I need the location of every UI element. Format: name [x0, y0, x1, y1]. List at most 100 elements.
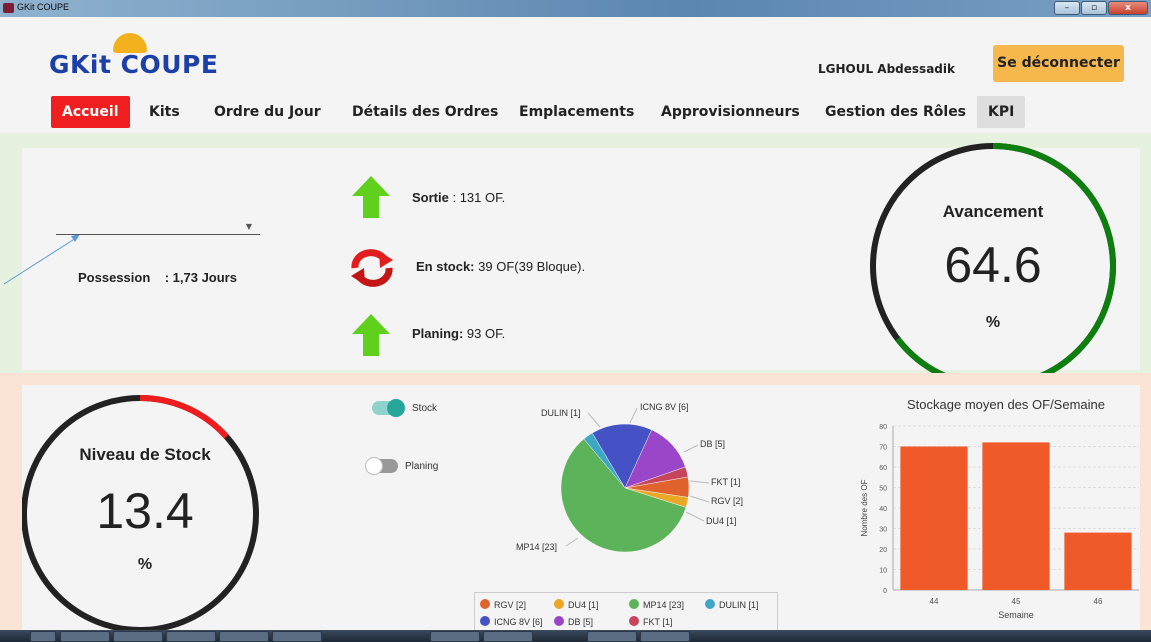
y-tick-label: 30	[879, 527, 887, 534]
legend-label: DULIN [1]	[719, 600, 759, 610]
x-tick-label: 46	[1094, 597, 1103, 606]
stock-label: En stock:	[416, 259, 475, 274]
taskbar-button[interactable]	[640, 631, 690, 642]
legend-dot	[554, 599, 564, 609]
possession-label: Possession	[78, 270, 151, 285]
os-taskbar	[0, 630, 1151, 642]
legend-dot	[629, 616, 639, 626]
y-tick-label: 40	[879, 506, 887, 513]
possession-value: : 1,73 Jours	[164, 270, 237, 285]
taskbar-button[interactable]	[60, 631, 110, 642]
x-tick-label: 45	[1012, 597, 1021, 606]
nav-gestion-des-roles[interactable]: Gestion des Rôles	[814, 96, 977, 128]
niveau-stock-value: 13.4	[96, 483, 194, 539]
nav-kpi[interactable]: KPI	[977, 96, 1026, 128]
main-nav: Accueil Kits Ordre du Jour Détails des O…	[0, 96, 1151, 128]
x-tick-label: 44	[930, 597, 939, 606]
app-window: GKit COUPE – ▫ x GKit COUPE LGHOUL Abdes…	[0, 0, 1151, 642]
window-controls: – ▫ x	[1054, 1, 1148, 15]
avancement-unit: %	[985, 314, 1001, 331]
legend-item-dulin: DULIN [1]	[705, 599, 759, 610]
taskbar-button[interactable]	[219, 631, 269, 642]
legend-dot	[480, 616, 490, 626]
legend-item-icng: ICNG 8V [6]	[480, 616, 543, 627]
taskbar-button[interactable]	[587, 631, 637, 642]
pie-label-du4: DU4 [1]	[706, 516, 737, 526]
nav-ordre-du-jour[interactable]: Ordre du Jour	[203, 96, 332, 128]
legend-item-rgv: RGV [2]	[480, 599, 526, 610]
legend-dot	[629, 599, 639, 609]
legend-item-fkt: FKT [1]	[629, 616, 672, 627]
y-tick-label: 0	[883, 588, 887, 595]
pie-label-db: DB [5]	[700, 439, 726, 449]
x-axis-label: Semaine	[998, 610, 1034, 620]
bar-46[interactable]	[1064, 532, 1132, 590]
nav-details-des-ordres[interactable]: Détails des Ordres	[341, 96, 509, 128]
legend-dot	[480, 599, 490, 609]
y-tick-label: 50	[879, 486, 887, 493]
taskbar-button[interactable]	[483, 631, 533, 642]
taskbar-button[interactable]	[30, 631, 56, 642]
taskbar-button[interactable]	[166, 631, 216, 642]
pie-label-icng: ICNG 8V [6]	[640, 402, 689, 412]
y-tick-label: 60	[879, 465, 887, 472]
pie-label-fkt: FKT [1]	[711, 477, 741, 487]
legend-label: DU4 [1]	[568, 600, 599, 610]
planing-stat: Planing: 93 OF.	[412, 326, 505, 341]
minimize-button[interactable]: –	[1054, 1, 1080, 15]
refresh-icon	[351, 249, 393, 287]
app-header: GKit COUPE LGHOUL Abdessadik Se déconnec…	[0, 17, 1151, 133]
niveau-stock-unit: %	[137, 556, 153, 573]
y-axis-label: Nombre des OF	[860, 479, 869, 536]
stock-value: 39 OF(39 Bloque).	[478, 259, 586, 274]
sortie-stat: Sortie : 131 OF.	[412, 190, 505, 205]
planing-label: Planing:	[412, 326, 464, 341]
legend-label: MP14 [23]	[643, 600, 685, 610]
pie-label-rgv: RGV [2]	[711, 496, 744, 506]
taskbar-button[interactable]	[113, 631, 163, 642]
sortie-value: : 131 OF.	[452, 190, 506, 205]
planing-toggle[interactable]	[365, 457, 398, 475]
avancement-value: 64.6	[944, 237, 1042, 293]
close-button[interactable]: x	[1108, 1, 1148, 15]
legend-label: ICNG 8V [6]	[494, 617, 543, 627]
stock-stat: En stock: 39 OF(39 Bloque).	[416, 259, 585, 274]
bar-45[interactable]	[982, 442, 1050, 590]
taskbar-button[interactable]	[430, 631, 480, 642]
legend-item-mp14: MP14 [23]	[629, 599, 684, 610]
stock-toggle[interactable]	[372, 399, 405, 417]
legend-item-du4: DU4 [1]	[554, 599, 599, 610]
pie-legend: RGV [2] DU4 [1] MP14 [23] DULIN [1] ICNG…	[474, 592, 778, 632]
legend-label: RGV [2]	[494, 600, 527, 610]
user-name: LGHOUL Abdessadik	[818, 62, 955, 76]
legend-item-db: DB [5]	[554, 616, 593, 627]
pie-label-dulin: DULIN [1]	[541, 408, 581, 418]
week-select[interactable]: ▼	[56, 217, 260, 235]
legend-dot	[554, 616, 564, 626]
nav-approvisionneurs[interactable]: Approvisionneurs	[650, 96, 811, 128]
avancement-title: Avancement	[942, 202, 1044, 221]
nav-emplacements[interactable]: Emplacements	[508, 96, 645, 128]
taskbar-button[interactable]	[272, 631, 322, 642]
stock-toggle-knob	[387, 399, 405, 417]
planing-toggle-knob	[365, 457, 383, 475]
planing-value: 93 OF.	[466, 326, 506, 341]
pie-chart	[560, 423, 690, 553]
bar-44[interactable]	[900, 446, 968, 591]
legend-label: DB [5]	[568, 617, 594, 627]
legend-dot	[705, 599, 715, 609]
sortie-label: Sortie	[412, 190, 449, 205]
stock-toggle-label: Stock	[412, 403, 438, 414]
pie-label-mp14: MP14 [23]	[516, 542, 558, 552]
y-tick-label: 70	[879, 445, 887, 452]
y-tick-label: 20	[879, 547, 887, 554]
window-titlebar: GKit COUPE – ▫ x	[0, 0, 1151, 17]
y-tick-label: 10	[879, 568, 887, 575]
y-tick-label: 80	[879, 424, 887, 431]
logout-button[interactable]: Se déconnecter	[993, 45, 1124, 82]
bar-chart: 0 10 20 30 40 50 60 70 80 44 45 46 Semaine Nombre des…	[860, 424, 1139, 620]
legend-label: FKT [1]	[643, 617, 673, 627]
maximize-button[interactable]: ▫	[1081, 1, 1107, 15]
nav-kits[interactable]: Kits	[138, 96, 191, 128]
pointer-arrow	[3, 234, 80, 285]
